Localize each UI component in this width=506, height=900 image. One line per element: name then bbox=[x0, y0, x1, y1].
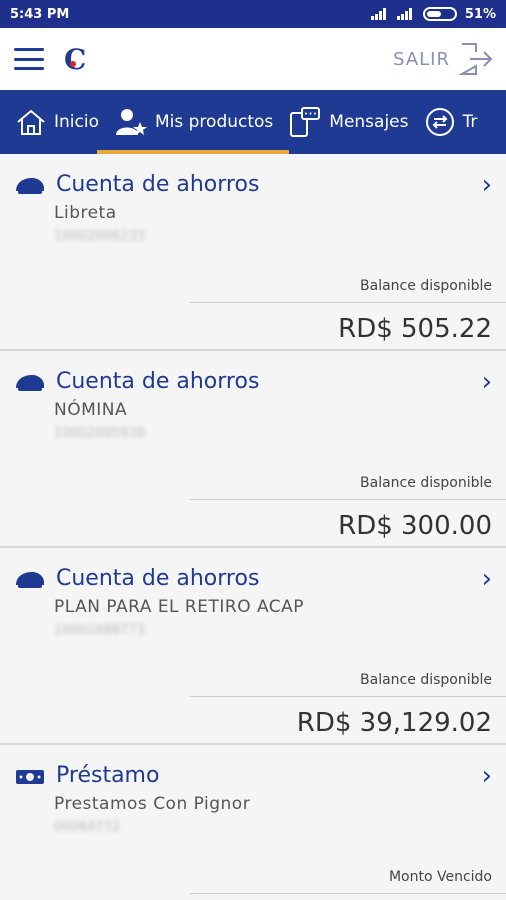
balance-label: Balance disponible bbox=[360, 278, 492, 294]
phone-message-icon bbox=[290, 107, 321, 137]
product-type: Préstamo bbox=[56, 763, 160, 788]
account-number: 00064772 bbox=[54, 820, 121, 835]
product-card[interactable]: Cuenta de ahorros › NÓMINA 10002005938 B… bbox=[0, 351, 506, 548]
signal-icon bbox=[370, 8, 389, 20]
home-icon bbox=[17, 109, 45, 135]
divider bbox=[190, 499, 506, 500]
account-number: 10002005938 bbox=[54, 426, 145, 441]
balance-amount: RD$ 300.00 bbox=[338, 511, 492, 541]
product-type: Cuenta de ahorros bbox=[56, 369, 260, 394]
chevron-right-icon[interactable]: › bbox=[482, 170, 492, 200]
bank-logo: C bbox=[64, 42, 87, 76]
product-subtitle: Libreta bbox=[54, 203, 117, 223]
product-card[interactable]: Préstamo › Prestamos Con Pignor 00064772… bbox=[0, 745, 506, 900]
app-bar: C SALIR bbox=[0, 28, 506, 90]
divider bbox=[190, 696, 506, 697]
logout-button[interactable]: SALIR bbox=[393, 41, 494, 77]
piggy-bank-icon bbox=[16, 571, 44, 588]
product-card[interactable]: Cuenta de ahorros › Libreta 10002006233 … bbox=[0, 154, 506, 351]
tab-transferencias[interactable]: Tr bbox=[425, 90, 494, 154]
product-subtitle: NÓMINA bbox=[54, 400, 128, 420]
user-star-icon bbox=[115, 109, 147, 135]
products-list: Cuenta de ahorros › Libreta 10002006233 … bbox=[0, 154, 506, 900]
tab-label: Mensajes bbox=[329, 112, 409, 132]
product-type: Cuenta de ahorros bbox=[56, 172, 260, 197]
account-number: 10002006233 bbox=[54, 229, 145, 244]
piggy-bank-icon bbox=[16, 374, 44, 391]
loan-icon bbox=[16, 769, 44, 784]
chevron-right-icon[interactable]: › bbox=[482, 367, 492, 397]
transfer-icon bbox=[425, 108, 454, 136]
status-icons: 51% bbox=[370, 6, 496, 22]
tab-label: Tr bbox=[462, 112, 478, 132]
account-number: 10001688773 bbox=[54, 623, 145, 638]
logout-icon bbox=[458, 43, 493, 75]
product-subtitle: PLAN PARA EL RETIRO ACAP bbox=[54, 597, 305, 617]
balance-label: Balance disponible bbox=[360, 475, 492, 491]
balance-label: Balance disponible bbox=[360, 672, 492, 688]
chevron-right-icon[interactable]: › bbox=[482, 761, 492, 791]
balance-amount: RD$ 505.22 bbox=[338, 314, 492, 344]
tab-mensajes[interactable]: Mensajes bbox=[289, 90, 424, 154]
tab-inicio[interactable]: Inicio bbox=[16, 90, 115, 154]
product-card[interactable]: Cuenta de ahorros › PLAN PARA EL RETIRO … bbox=[0, 548, 506, 745]
menu-icon[interactable] bbox=[14, 48, 44, 70]
piggy-bank-icon bbox=[16, 177, 44, 194]
balance-label: Monto Vencido bbox=[388, 869, 492, 885]
battery-percent: 51% bbox=[464, 6, 496, 22]
tab-label: Inicio bbox=[54, 112, 99, 132]
balance-amount: RD$ 39,129.02 bbox=[296, 708, 492, 738]
product-type: Cuenta de ahorros bbox=[56, 566, 260, 591]
tab-mis-productos[interactable]: Mis productos bbox=[96, 90, 290, 154]
tab-label: Mis productos bbox=[154, 112, 274, 132]
chevron-right-icon[interactable]: › bbox=[482, 564, 492, 594]
signal-icon-2 bbox=[396, 8, 415, 20]
divider bbox=[190, 893, 506, 894]
status-bar: 5:43 PM 51% bbox=[0, 0, 506, 28]
tab-bar: Inicio Mis productos Mensajes Tr bbox=[0, 90, 506, 154]
battery-icon bbox=[422, 7, 457, 21]
logout-label: SALIR bbox=[393, 48, 450, 70]
product-subtitle: Prestamos Con Pignor bbox=[54, 794, 251, 814]
divider bbox=[190, 302, 506, 303]
status-time: 5:43 PM bbox=[10, 6, 70, 22]
